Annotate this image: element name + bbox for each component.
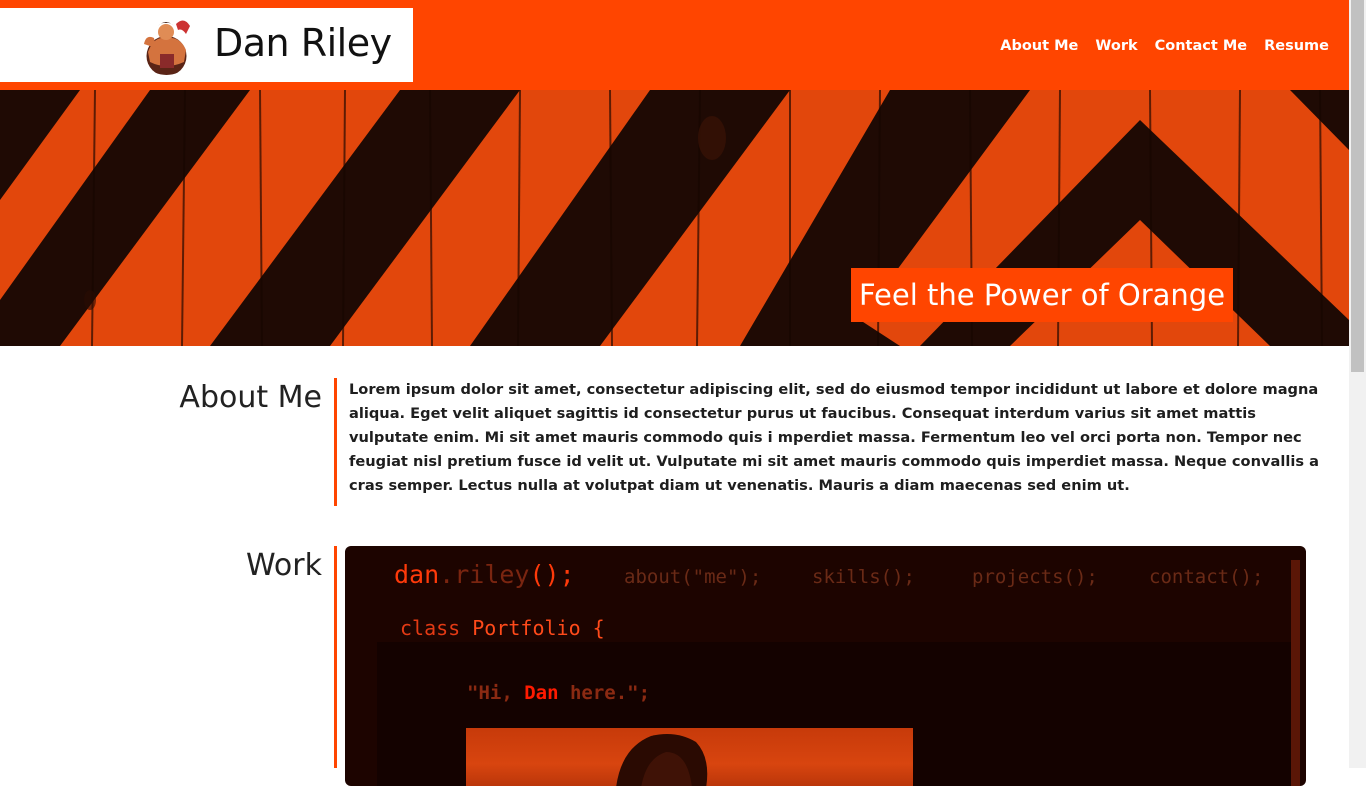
about-divider xyxy=(334,378,337,506)
code-logo-parens: (); xyxy=(529,560,575,589)
about-title: About Me xyxy=(179,380,322,415)
code-class-name: Portfolio { xyxy=(472,616,605,640)
nav-about-me[interactable]: About Me xyxy=(1000,36,1078,56)
code-greeting: "Hi, Dan here."; xyxy=(467,682,650,704)
code-logo-rest: riley xyxy=(454,560,530,589)
code-greeting-prefix: "Hi, xyxy=(467,682,525,704)
main-nav: About Me Work Contact Me Resume xyxy=(1000,36,1329,56)
nav-resume[interactable]: Resume xyxy=(1264,36,1329,56)
code-logo-name: dan xyxy=(394,560,440,589)
page-scrollbar-thumb[interactable] xyxy=(1351,0,1364,372)
nav-contact-me[interactable]: Contact Me xyxy=(1155,36,1247,56)
avatar-icon xyxy=(136,14,197,75)
code-nav-contact[interactable]: contact(); xyxy=(1149,566,1263,588)
portrait-photo xyxy=(466,728,913,786)
work-title: Work xyxy=(246,548,322,583)
site-header: Dan Riley About Me Work Contact Me Resum… xyxy=(0,0,1349,90)
code-nav-skills[interactable]: skills(); xyxy=(812,566,915,588)
code-nav-about[interactable]: about("me"); xyxy=(624,566,761,588)
code-greeting-suffix: here."; xyxy=(558,682,651,704)
hero-tagline: Feel the Power of Orange xyxy=(851,268,1233,322)
about-text: Lorem ipsum dolor sit amet, consectetur … xyxy=(349,381,1319,494)
work-divider xyxy=(334,546,337,768)
brand-name: Dan Riley xyxy=(214,21,392,65)
brand[interactable]: Dan Riley xyxy=(0,8,413,82)
code-logo: dan.riley(); xyxy=(394,560,575,589)
code-class-keyword: class xyxy=(400,616,461,640)
page-scrollbar[interactable] xyxy=(1349,0,1366,768)
code-greeting-name: Dan xyxy=(524,682,559,704)
code-nav-projects[interactable]: projects(); xyxy=(972,566,1098,588)
code-logo-dot: . xyxy=(439,560,455,589)
code-class-line: class Portfolio { xyxy=(400,616,605,640)
nav-work[interactable]: Work xyxy=(1095,36,1137,56)
code-scrollbar[interactable] xyxy=(1291,560,1300,786)
work-project-screenshot[interactable]: dan.riley(); about("me"); skills(); proj… xyxy=(345,546,1306,786)
